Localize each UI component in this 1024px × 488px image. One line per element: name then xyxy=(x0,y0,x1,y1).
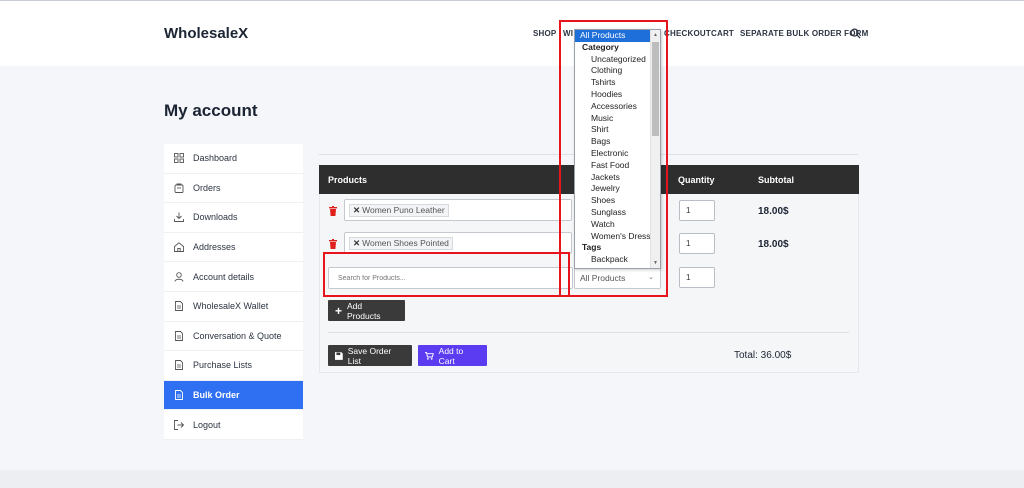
sidebar-item-label: Orders xyxy=(193,182,221,193)
sidebar-item-purchase-lists[interactable]: Purchase Lists xyxy=(164,351,303,381)
save-order-list-button[interactable]: Save Order List xyxy=(328,345,412,366)
add-products-label: Add Products xyxy=(347,300,381,321)
sidebar-item-label: Account details xyxy=(193,271,255,282)
site-header: WholesaleX SHOP WI CHECKOUT CART SEPARAT… xyxy=(0,0,1024,66)
sidebar-item-conversation-quote[interactable]: Conversation & Quote xyxy=(164,322,303,352)
product-tag-label: Women Puno Leather xyxy=(362,205,445,215)
document-icon xyxy=(175,301,183,312)
trash-icon[interactable] xyxy=(329,206,337,216)
sidebar-item-orders[interactable]: Orders xyxy=(164,174,303,204)
nav-cart[interactable]: CART xyxy=(711,29,734,38)
quantity-input[interactable]: 1 xyxy=(679,233,715,254)
logout-icon xyxy=(174,419,184,430)
sidebar-item-label: Bulk Order xyxy=(193,390,240,401)
sidebar-item-dashboard[interactable]: Dashboard xyxy=(164,144,303,174)
add-to-cart-button[interactable]: Add to Cart xyxy=(418,345,487,366)
sidebar-item-label: Dashboard xyxy=(193,153,238,164)
row-subtotal: 18.00$ xyxy=(758,206,789,217)
quantity-input[interactable]: 1 xyxy=(679,267,715,288)
column-header-products: Products xyxy=(328,175,368,185)
quantity-input[interactable]: 1 xyxy=(679,200,715,221)
add-to-cart-label: Add to Cart xyxy=(438,345,464,366)
sidebar-item-wholesalex-wallet[interactable]: WholesaleX Wallet xyxy=(164,292,303,322)
save-order-list-label: Save Order List xyxy=(347,345,392,366)
section-divider xyxy=(328,332,849,333)
remove-tag-icon[interactable]: ✕ xyxy=(353,205,360,215)
download-icon xyxy=(174,212,184,223)
sidebar-item-label: Conversation & Quote xyxy=(193,330,282,341)
sidebar-item-label: Downloads xyxy=(193,212,238,223)
page-title: My account xyxy=(164,101,258,120)
sidebar-item-bulk-order[interactable]: Bulk Order xyxy=(164,380,303,411)
sidebar-item-account-details[interactable]: Account details xyxy=(164,262,303,292)
sidebar-item-label: Addresses xyxy=(193,242,236,253)
sidebar-item-addresses[interactable]: Addresses xyxy=(164,233,303,263)
document-icon xyxy=(175,330,183,341)
highlight-box-search-row xyxy=(323,252,570,297)
row-subtotal: 18.00$ xyxy=(758,239,789,250)
product-tag: ✕ Women Shoes Pointed xyxy=(349,237,453,250)
plus-icon: + xyxy=(335,303,343,318)
product-select[interactable]: ✕ Women Puno Leather xyxy=(344,199,572,221)
product-tag-label: Women Shoes Pointed xyxy=(362,238,449,248)
document-icon xyxy=(175,390,183,400)
remove-tag-icon[interactable]: ✕ xyxy=(353,238,360,248)
cart-icon xyxy=(425,351,434,360)
orders-bag-icon xyxy=(174,183,184,193)
product-tag: ✕ Women Puno Leather xyxy=(349,204,449,217)
add-products-button[interactable]: + Add Products xyxy=(328,300,405,321)
sidebar-item-downloads[interactable]: Downloads xyxy=(164,203,303,233)
trash-icon[interactable] xyxy=(329,239,337,249)
document-icon xyxy=(175,360,183,371)
home-icon xyxy=(174,242,184,253)
sidebar-item-label: Logout xyxy=(193,419,221,430)
search-icon[interactable] xyxy=(850,28,861,39)
save-icon xyxy=(335,351,343,360)
dashboard-grid-icon xyxy=(174,153,184,164)
nav-shop[interactable]: SHOP xyxy=(533,29,556,38)
user-icon xyxy=(174,271,184,282)
order-total: Total: 36.00$ xyxy=(734,350,792,361)
sidebar-item-logout[interactable]: Logout xyxy=(164,410,303,440)
sidebar-item-label: WholesaleX Wallet xyxy=(193,301,269,312)
sidebar-item-label: Purchase Lists xyxy=(193,360,253,371)
column-header-subtotal: Subtotal xyxy=(758,175,794,185)
highlight-box-dropdown xyxy=(559,20,668,297)
product-select[interactable]: ✕ Women Shoes Pointed xyxy=(344,232,572,254)
site-footer xyxy=(0,470,1024,488)
account-sidebar: Dashboard Orders Downloads Addresses Acc… xyxy=(164,144,303,440)
nav-checkout[interactable]: CHECKOUT xyxy=(664,29,711,38)
column-header-quantity: Quantity xyxy=(678,175,715,185)
site-logo[interactable]: WholesaleX xyxy=(164,25,248,42)
